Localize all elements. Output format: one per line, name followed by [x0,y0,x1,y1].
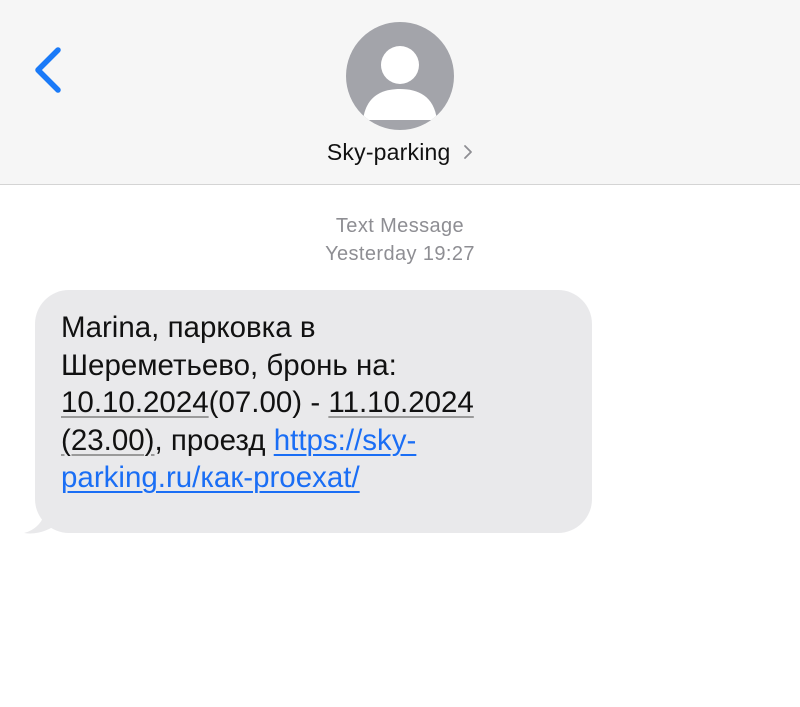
contact-name: Sky-parking [326,139,451,165]
conversation-header: Sky-parking [0,0,800,185]
message-line: Marina, парковка в [61,311,316,344]
person-silhouette-icon [363,46,437,120]
message-text-fragment: , проезд [154,423,274,457]
message-text: Marina, парковка в Шереметьево, бронь на… [35,290,592,533]
back-button[interactable] [22,42,72,98]
start-date-link[interactable]: 10.10.2024 [61,386,209,419]
message-service-label: Text Message [335,215,465,237]
contact-name-button[interactable]: Sky-parking [0,139,800,166]
message-line: (23.00), проезд https://sky- [61,422,572,460]
message-timestamp: Yesterday 19:27 [325,243,475,265]
end-date-link[interactable]: 11.10.2024 [328,386,473,419]
start-time: (07.00) [208,386,303,419]
message-line: Шереметьево, бронь на: [61,348,397,382]
chevron-right-icon [464,145,473,160]
url-link[interactable]: https://sky- [274,424,417,457]
date-separator: - [302,386,329,419]
end-time-link[interactable]: (23.00) [61,424,154,457]
contact-avatar[interactable] [346,22,454,130]
chevron-left-icon [35,47,61,93]
message-line: parking.ru/как-proexat/ [61,459,572,497]
message-bubble[interactable]: Marina, парковка в Шереметьево, бронь на… [22,290,602,540]
message-line: 10.10.2024(07.00) - 11.10.2024 [61,384,572,422]
url-link-continued[interactable]: parking.ru/как-proexat/ [61,461,360,494]
